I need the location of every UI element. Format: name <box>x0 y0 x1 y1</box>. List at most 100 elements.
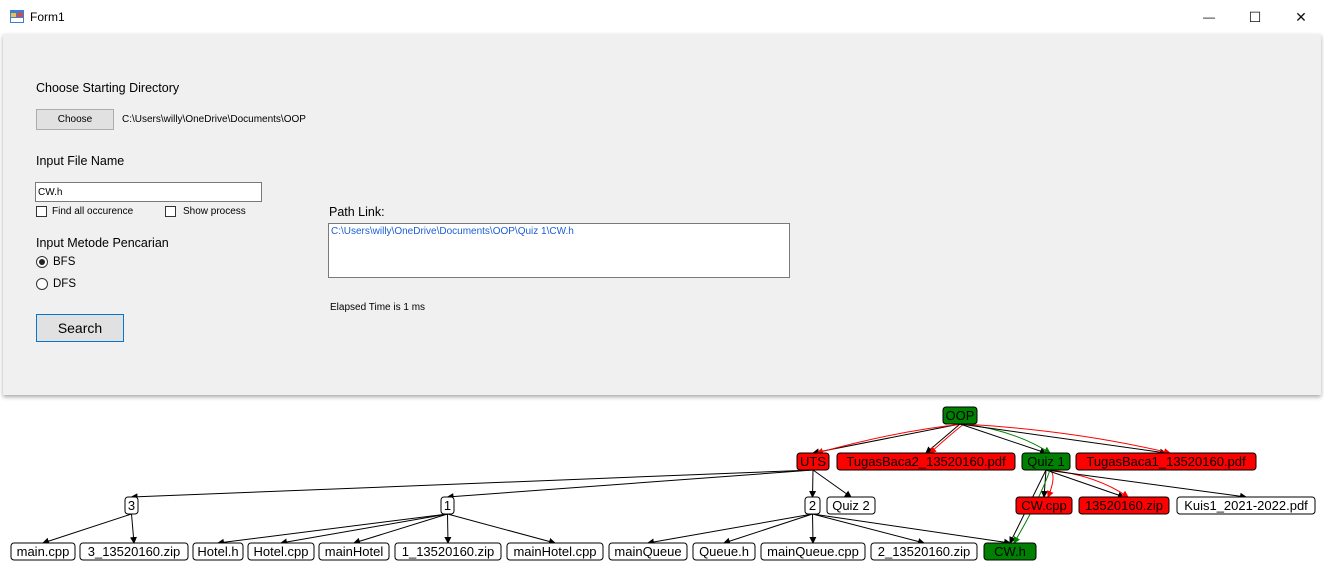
graph-node-label: Quiz 1 <box>1027 454 1065 469</box>
edge-n1-hotelh-black <box>217 513 448 546</box>
graph-node-hotelh: Hotel.h <box>192 542 244 561</box>
edge-n2-mainqueuecpp-black <box>809 513 817 544</box>
graph-node-zip3: 3_13520160.zip <box>79 542 189 561</box>
edge-uts-n2-black <box>809 469 817 498</box>
edge-oop-quiz1-green <box>963 423 1051 454</box>
bfs-radio[interactable] <box>36 256 48 268</box>
radio-selected-dot <box>39 259 45 265</box>
graph-node-zip1: 1_13520160.zip <box>394 542 502 561</box>
edge-oop-tb2-red <box>929 423 965 454</box>
graph-node-label: 3_13520160.zip <box>88 544 181 559</box>
app-icon <box>10 10 24 23</box>
graph-node-zip2: 2_13520160.zip <box>870 542 978 561</box>
edge-n1-mainhotelcpp-black <box>447 513 556 545</box>
edge-n1-zip1-black <box>444 513 452 544</box>
edge-n2-cwh-black <box>812 513 1011 546</box>
graph-node-label: 3 <box>128 498 135 513</box>
graph-node-n1: 1 <box>440 496 455 515</box>
minimize-button[interactable]: — <box>1186 0 1232 34</box>
graph-node-mainqueue: mainQueue <box>608 542 688 561</box>
graph-node-label: Quiz 2 <box>832 498 870 513</box>
graph-node-mainhotelcpp: mainHotel.cpp <box>506 542 604 561</box>
graph-node-label: Queue.h <box>699 544 749 559</box>
show-process-checkbox[interactable] <box>165 206 176 217</box>
path-link[interactable]: C:\Users\willy\OneDrive\Documents\OOP\Qu… <box>331 226 574 237</box>
graph-node-label: mainQueue <box>614 544 681 559</box>
graph-node-label: Hotel.cpp <box>254 544 309 559</box>
graph-node-label: 1_13520160.zip <box>402 544 495 559</box>
graph-node-label: 2 <box>809 498 816 513</box>
graph-node-cwcpp: CW.cpp <box>1015 496 1073 515</box>
dfs-radio[interactable] <box>36 278 48 290</box>
graph-node-zip160: 13520160.zip <box>1078 496 1170 515</box>
close-icon: ✕ <box>1295 8 1307 25</box>
minimize-icon: — <box>1203 10 1215 24</box>
graph-node-tb1: TugasBaca1_13520160.pdf <box>1075 452 1257 471</box>
edge-n1-hotelcpp-black <box>280 513 448 546</box>
graph-node-n3: 3 <box>124 496 139 515</box>
graph-node-label: UTS <box>800 454 826 469</box>
graph-node-label: CW.cpp <box>1021 498 1067 513</box>
graph-node-n2: 2 <box>804 496 821 515</box>
choose-directory-label: Choose Starting Directory <box>36 81 180 95</box>
graph-node-cwh: CW.h <box>983 542 1037 561</box>
graph-node-kuis1: Kuis1_2021-2022.pdf <box>1176 496 1316 515</box>
graph-node-label: 2_13520160.zip <box>878 544 971 559</box>
graph-node-oop: OOP <box>942 406 978 425</box>
input-file-label: Input File Name <box>36 154 125 168</box>
graph-node-mainhotel: mainHotel <box>318 542 390 561</box>
choose-button[interactable]: Choose <box>36 109 114 130</box>
edge-n2-zip2-black <box>812 513 925 545</box>
show-process-label: Show process <box>183 206 246 217</box>
graph-node-label: main.cpp <box>17 544 70 559</box>
edge-n1-mainhotel-black <box>353 513 448 545</box>
bfs-label: BFS <box>53 256 76 268</box>
edge-uts-n1-black <box>446 469 814 501</box>
graph-node-label: Kuis1_2021-2022.pdf <box>1184 498 1308 513</box>
graph-node-label: 1 <box>444 498 451 513</box>
edge-oop-tb1-black <box>959 423 1167 456</box>
graph-node-label: TugasBaca2_13520160.pdf <box>846 454 1006 469</box>
edge-quiz1-kuis1-black <box>1045 469 1247 500</box>
edge-n3-zip3-black <box>129 513 137 544</box>
edge-uts-quiz2-black <box>812 469 852 498</box>
graph-node-uts: UTS <box>796 452 830 471</box>
search-method-label: Input Metode Pencarian <box>36 236 169 250</box>
graph-node-label: mainHotel <box>325 544 384 559</box>
find-all-label: Find all occurence <box>52 206 134 217</box>
graph-node-label: Hotel.h <box>197 544 238 559</box>
edge-oop-quiz1-black <box>959 423 1047 455</box>
edge-n3-maincpp-black <box>42 513 132 545</box>
graph-node-quiz1: Quiz 1 <box>1021 452 1071 471</box>
elapsed-time: Elapsed Time is 1 ms <box>330 302 426 313</box>
dfs-label: DFS <box>53 278 76 290</box>
graph-node-label: TugasBaca1_13520160.pdf <box>1086 454 1246 469</box>
maximize-icon: ☐ <box>1248 8 1262 25</box>
search-button[interactable]: Search <box>36 314 124 342</box>
graph-node-maincpp: main.cpp <box>10 542 76 561</box>
start-directory-path: C:\Users\willy\OneDrive\Documents\OOP <box>122 114 306 125</box>
edge-quiz1-zip160-red <box>1049 469 1129 498</box>
file-name-input[interactable] <box>35 182 262 202</box>
graph-node-queueh: Queue.h <box>692 542 756 561</box>
path-link-label: Path Link: <box>329 205 385 219</box>
find-all-checkbox[interactable] <box>36 206 47 217</box>
window-title: Form1 <box>30 10 65 24</box>
edge-quiz1-zip160-black <box>1045 469 1125 499</box>
graph-node-label: 13520160.zip <box>1085 498 1163 513</box>
graph-node-label: mainQueue.cpp <box>767 544 859 559</box>
graph-node-label: mainHotel.cpp <box>513 544 596 559</box>
edge-oop-uts-red <box>816 423 965 455</box>
graph-node-label: OOP <box>946 408 975 423</box>
graph-node-mainqueuecpp: mainQueue.cpp <box>760 542 866 561</box>
graph-node-tb2: TugasBaca2_13520160.pdf <box>836 452 1016 471</box>
title-bar: Form1 — ☐ ✕ <box>0 0 1324 34</box>
search-tree-graph: OOP UTS TugasBaca2_13520160.pdf Quiz 1 Tugas… <box>10 406 1316 561</box>
close-button[interactable]: ✕ <box>1278 0 1324 34</box>
edge-n2-queueh-black <box>723 513 813 545</box>
maximize-button[interactable]: ☐ <box>1232 0 1278 34</box>
edge-uts-n3-black <box>130 469 814 501</box>
edge-n2-mainqueue-black <box>647 513 813 546</box>
edge-oop-tb1-red <box>963 423 1171 456</box>
graph-node-label: CW.h <box>994 544 1026 559</box>
